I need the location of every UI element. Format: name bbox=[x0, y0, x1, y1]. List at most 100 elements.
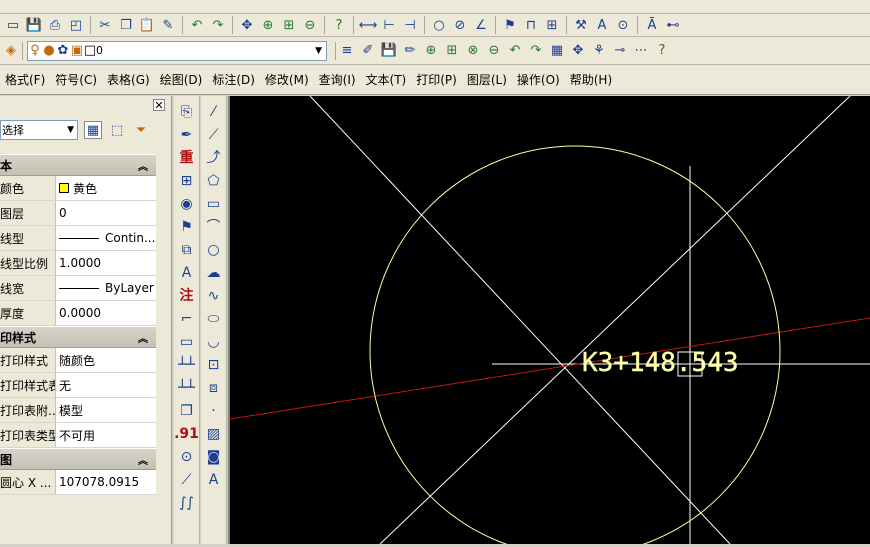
measure-icon[interactable]: ⊷ bbox=[664, 16, 682, 34]
property-row[interactable]: 打印样式 随颜色 bbox=[0, 348, 156, 373]
property-value[interactable]: 1.0000 bbox=[56, 251, 156, 275]
preview-icon[interactable]: ◰ bbox=[67, 16, 85, 34]
property-value[interactable]: Contin... bbox=[56, 226, 156, 250]
pan-icon[interactable]: ✥ bbox=[238, 16, 256, 34]
property-value[interactable]: 0 bbox=[56, 201, 156, 225]
undo-icon[interactable]: ↶ bbox=[188, 16, 206, 34]
tool-.91[interactable]: .91 bbox=[174, 424, 199, 444]
tool-重[interactable]: 重 bbox=[177, 148, 197, 168]
slash-icon[interactable]: ⟋ bbox=[177, 470, 197, 490]
menu-item-10[interactable]: 操作(O) bbox=[512, 71, 565, 88]
property-row[interactable]: 线型比例 1.0000 bbox=[0, 251, 156, 276]
tool-icon[interactable]: ⚒ bbox=[572, 16, 590, 34]
pencil-icon[interactable]: ✏ bbox=[401, 42, 419, 60]
property-value[interactable]: 模型 bbox=[56, 398, 156, 422]
insert-icon[interactable]: ⊡ bbox=[204, 355, 224, 375]
grid-icon[interactable]: ⊞ bbox=[543, 16, 561, 34]
match-icon[interactable]: ✐ bbox=[359, 42, 377, 60]
menu-item-3[interactable]: 绘图(D) bbox=[155, 71, 208, 88]
zoom-realtime-icon[interactable]: ⊕ bbox=[259, 16, 277, 34]
section-header-0[interactable]: 本 ︽ bbox=[0, 154, 156, 176]
close-icon[interactable]: ✕ bbox=[153, 99, 165, 112]
dim-continue-icon[interactable]: ⊸ bbox=[611, 42, 629, 60]
save-icon[interactable]: 💾 bbox=[25, 16, 43, 34]
property-row[interactable]: 打印表附... 模型 bbox=[0, 398, 156, 423]
dim-break-icon[interactable]: ⋯ bbox=[632, 42, 650, 60]
zoom-all-icon[interactable]: ⊗ bbox=[464, 42, 482, 60]
help-icon[interactable]: ? bbox=[653, 42, 671, 60]
property-value[interactable]: ByLayer bbox=[56, 276, 156, 300]
property-row[interactable]: 图层 0 bbox=[0, 201, 156, 226]
hatch-icon[interactable]: ▨ bbox=[204, 424, 224, 444]
polyline-icon[interactable]: ⟋ bbox=[204, 125, 224, 145]
rect-icon[interactable]: ▭ bbox=[204, 194, 224, 214]
menu-item-1[interactable]: 符号(C) bbox=[50, 71, 102, 88]
property-row[interactable]: 线宽 ByLayer bbox=[0, 276, 156, 301]
collapse-icon[interactable]: ︽ bbox=[138, 330, 148, 345]
menu-item-7[interactable]: 文本(T) bbox=[361, 71, 412, 88]
chevron-down-icon[interactable]: ▼ bbox=[67, 125, 77, 135]
camera-icon[interactable]: ◉ bbox=[177, 194, 197, 214]
zoom-window-icon[interactable]: ⊞ bbox=[443, 42, 461, 60]
center-icon[interactable]: ⊙ bbox=[614, 16, 632, 34]
menu-item-5[interactable]: 修改(M) bbox=[260, 71, 314, 88]
section-header-2[interactable]: 图 ︽ bbox=[0, 448, 156, 470]
dim-aligned-icon[interactable]: ⊢ bbox=[380, 16, 398, 34]
copy-icon[interactable]: ❐ bbox=[177, 401, 197, 421]
no-icon[interactable]: ⊘ bbox=[451, 16, 469, 34]
flag-icon[interactable]: ⚑ bbox=[501, 16, 519, 34]
wave-icon[interactable]: ∫∫ bbox=[177, 493, 197, 513]
drawing-canvas[interactable]: K3+148.543 bbox=[228, 95, 870, 547]
arc2-icon[interactable]: ⌒ bbox=[204, 217, 224, 237]
lineweight-icon[interactable]: ≡ bbox=[338, 42, 356, 60]
circle-icon[interactable]: ○ bbox=[430, 16, 448, 34]
print-icon[interactable]: ⎙ bbox=[46, 16, 64, 34]
angle-icon[interactable]: ∠ bbox=[472, 16, 490, 34]
tool-注[interactable]: 注 bbox=[177, 286, 197, 306]
grid-icon[interactable]: ⊞ bbox=[177, 171, 197, 191]
ruler-icon[interactable]: A bbox=[177, 263, 197, 283]
brush-icon[interactable]: ✎ bbox=[159, 16, 177, 34]
circle-icon[interactable]: ○ bbox=[204, 240, 224, 260]
station-annotation[interactable]: K3+148.543 bbox=[582, 348, 739, 378]
cloud-icon[interactable]: ☁ bbox=[204, 263, 224, 283]
dim-baseline-icon[interactable]: ⊣ bbox=[401, 16, 419, 34]
ruler-icon[interactable]: A bbox=[593, 16, 611, 34]
arc-icon[interactable]: ⤴ bbox=[204, 148, 224, 168]
help-icon[interactable]: ? bbox=[330, 16, 348, 34]
menu-item-11[interactable]: 帮助(H) bbox=[565, 71, 617, 88]
property-row[interactable]: 打印样式表无 bbox=[0, 373, 156, 398]
menu-item-4[interactable]: 标注(D) bbox=[207, 71, 260, 88]
cut-icon[interactable]: ✂ bbox=[96, 16, 114, 34]
target-icon[interactable]: ⊙ bbox=[177, 447, 197, 467]
dim2-icon[interactable]: ┴┴ bbox=[177, 378, 197, 398]
property-value[interactable]: 随颜色 bbox=[56, 348, 156, 372]
line-icon[interactable]: ⁄ bbox=[204, 102, 224, 122]
redo-icon[interactable]: ↷ bbox=[209, 16, 227, 34]
property-value[interactable]: 0.0000 bbox=[56, 301, 156, 325]
property-value[interactable]: 无 bbox=[56, 373, 156, 397]
dim-icon[interactable]: ┴┴ bbox=[177, 355, 197, 375]
property-row[interactable]: 圆心 X ... 107078.0915 bbox=[0, 470, 156, 495]
dim-linear-icon[interactable]: ⟷ bbox=[359, 16, 378, 34]
region-icon[interactable]: ◙ bbox=[204, 447, 224, 467]
zoom-prev-icon[interactable]: ⊖ bbox=[301, 16, 319, 34]
property-value[interactable]: 不可用 bbox=[56, 423, 156, 447]
scale-icon[interactable]: ⚘ bbox=[590, 42, 608, 60]
text-icon[interactable]: Ā bbox=[643, 16, 661, 34]
menu-item-9[interactable]: 图层(L) bbox=[462, 71, 512, 88]
copy-icon[interactable]: ❐ bbox=[117, 16, 135, 34]
frame-icon[interactable]: ⊓ bbox=[522, 16, 540, 34]
open-icon[interactable]: ▭ bbox=[4, 16, 22, 34]
move-icon[interactable]: ✥ bbox=[569, 42, 587, 60]
property-row[interactable]: 颜色 黄色 bbox=[0, 176, 156, 201]
paste-icon[interactable]: 📋 bbox=[138, 16, 156, 34]
menu-item-6[interactable]: 查询(I) bbox=[314, 71, 361, 88]
save-icon[interactable]: 💾 bbox=[380, 42, 398, 60]
zoom-prev-icon[interactable]: ⊖ bbox=[485, 42, 503, 60]
zoom-in-icon[interactable]: ⊕ bbox=[422, 42, 440, 60]
menu-item-8[interactable]: 打印(P) bbox=[411, 71, 462, 88]
property-row[interactable]: 打印表类型 不可用 bbox=[0, 423, 156, 448]
tag-icon[interactable]: ⚑ bbox=[177, 217, 197, 237]
point-icon[interactable]: · bbox=[204, 401, 224, 421]
